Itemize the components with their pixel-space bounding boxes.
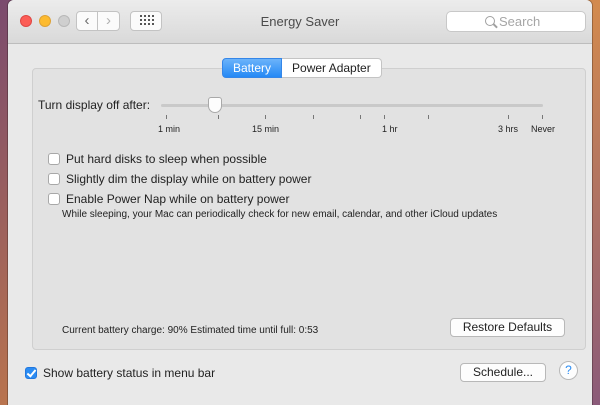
show-battery-status-option[interactable]: Show battery status in menu bar — [25, 366, 215, 380]
slider-tick — [428, 115, 429, 119]
show-battery-status-label: Show battery status in menu bar — [43, 366, 216, 380]
slider-tick — [265, 115, 266, 119]
slider-tick — [166, 115, 167, 119]
power-nap-label: Enable Power Nap while on battery power — [66, 192, 290, 206]
tick-label-1-hr: 1 hr — [382, 124, 398, 134]
display-off-label: Turn display off after: — [38, 98, 151, 112]
hard-disk-sleep-checkbox[interactable] — [48, 153, 60, 165]
restore-defaults-button[interactable]: Restore Defaults — [450, 318, 565, 337]
energy-saver-window: ‹ › Energy Saver Search Battery Power Ad… — [8, 0, 592, 405]
tick-label-never: Never — [531, 124, 556, 134]
battery-status-text: Current battery charge: 90% Estimated ti… — [62, 325, 319, 336]
dim-display-label: Slightly dim the display while on batter… — [66, 172, 312, 186]
schedule-button[interactable]: Schedule... — [460, 363, 546, 382]
tab-battery[interactable]: Battery — [222, 58, 283, 78]
power-nap-description: While sleeping, your Mac can periodicall… — [62, 209, 498, 220]
tick-label-3-hrs: 3 hrs — [498, 124, 519, 134]
slider-tick — [218, 115, 219, 119]
slider-tick — [360, 115, 361, 119]
show-battery-status-checkbox[interactable] — [25, 367, 37, 379]
help-button[interactable]: ? — [559, 361, 578, 380]
option-dim-display[interactable]: Slightly dim the display while on batter… — [48, 172, 311, 186]
search-placeholder: Search — [499, 14, 541, 29]
titlebar: ‹ › Energy Saver Search — [8, 0, 592, 44]
display-off-slider-thumb[interactable] — [208, 97, 222, 113]
tick-label-15-min: 15 min — [252, 124, 280, 134]
hard-disk-sleep-label: Put hard disks to sleep when possible — [66, 152, 267, 166]
tick-label-1-min: 1 min — [158, 124, 181, 134]
slider-tick — [508, 115, 509, 119]
power-nap-checkbox[interactable] — [48, 193, 60, 205]
slider-tick — [542, 115, 543, 119]
tab-control: Battery Power Adapter — [222, 58, 382, 78]
dim-display-checkbox[interactable] — [48, 173, 60, 185]
question-mark-icon: ? — [565, 363, 572, 377]
search-icon — [485, 16, 495, 26]
option-power-nap[interactable]: Enable Power Nap while on battery power — [48, 192, 289, 206]
slider-tick — [313, 115, 314, 119]
option-hard-disk-sleep[interactable]: Put hard disks to sleep when possible — [48, 152, 267, 166]
search-field[interactable]: Search — [446, 11, 586, 32]
slider-tick — [384, 115, 385, 119]
tab-power-adapter[interactable]: Power Adapter — [282, 58, 382, 78]
